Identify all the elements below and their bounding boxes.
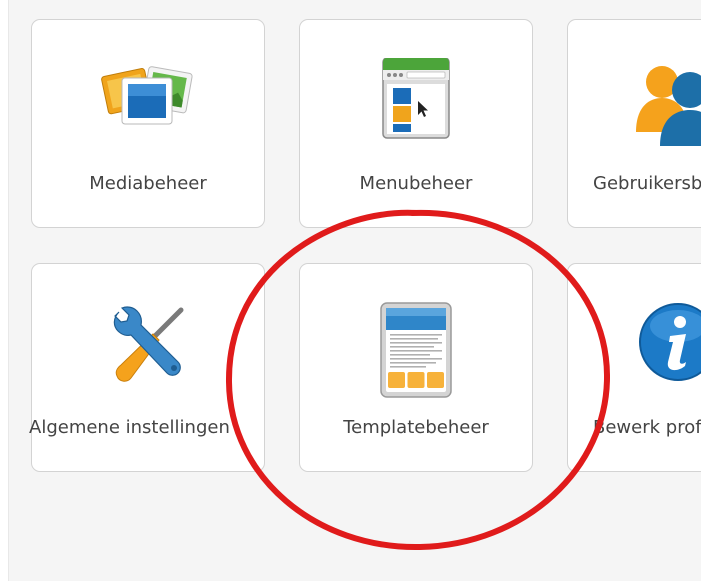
template-icon [300,302,532,398]
tile-label: Menubeheer [359,173,473,194]
tile-label: Bewerk profiel [593,417,701,438]
menu-icon [300,58,532,148]
media-icon [32,58,264,148]
tile-user-manager[interactable]: Gebruikersbeheer [567,19,701,228]
tile-menu-manager[interactable]: Menubeheer [299,19,533,228]
tile-edit-profile[interactable]: Bewerk profiel [567,263,701,472]
tile-media-manager[interactable]: Mediabeheer [31,19,265,228]
tile-label: Mediabeheer [89,173,207,194]
tile-label: Algemene instellingen [29,417,230,438]
tile-label: Templatebeheer [343,417,489,438]
info-icon [568,302,701,392]
tile-general-settings[interactable]: Algemene instellingen [29,263,265,472]
config-icon [32,302,264,392]
tile-label: Gebruikersbeheer [593,173,701,194]
tile-template-manager[interactable]: Templatebeheer [299,263,533,472]
users-icon [568,58,701,148]
control-panel: Mediabeheer Menubeheer Gebruikers Algeme… [8,0,701,581]
